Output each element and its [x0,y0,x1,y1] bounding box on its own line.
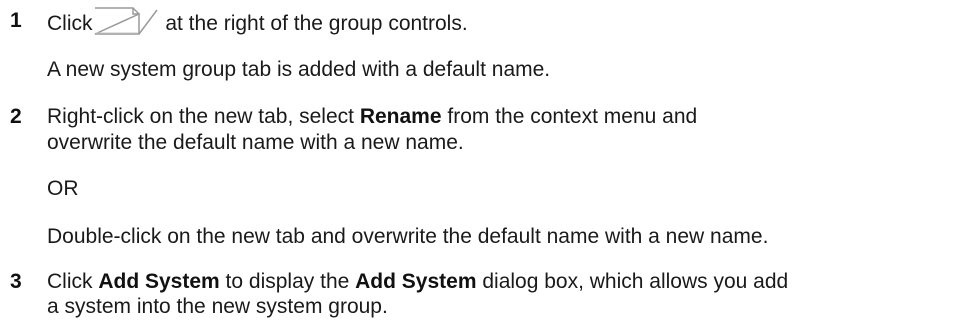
step-text-line2: a system into the new system group. [47,295,388,318]
step-text-after: at the right of the group controls. [159,12,468,35]
step-text-part: from the context menu and [441,105,698,128]
rename-menu-term: Rename [359,105,442,128]
step-text-part: Click [47,270,99,293]
step-text-line2: overwrite the default name with a new na… [47,131,464,154]
step-number: 3 [10,270,22,293]
step-2: 2 Right-click on the new tab, select Ren… [0,98,955,248]
step-text-click: Click [47,12,93,35]
step-text-part: Right-click on the new tab, select [47,105,360,128]
step-number: 2 [10,105,22,128]
step-number: 1 [10,9,22,32]
or-separator: OR [47,177,79,200]
step-text: Click at the right of the group controls… [47,6,947,38]
step-text-part: dialog box, which allows you add [476,270,789,293]
step-alternative: Double-click on the new tab and overwrit… [47,225,769,248]
step-1: 1 Click at the right of the group contro… [0,6,955,96]
document-page: 1 Click at the right of the group contro… [0,0,955,320]
new-tab-icon [94,7,158,35]
step-text-part: to display the [219,270,356,293]
step-note: A new system group tab is added with a d… [47,58,551,81]
add-system-dialog-term: Add System [355,270,477,293]
add-system-term: Add System [98,270,220,293]
step-3: 3 Click Add System to display the Add Sy… [0,267,955,320]
step-text: Right-click on the new tab, select Renam… [47,102,947,131]
